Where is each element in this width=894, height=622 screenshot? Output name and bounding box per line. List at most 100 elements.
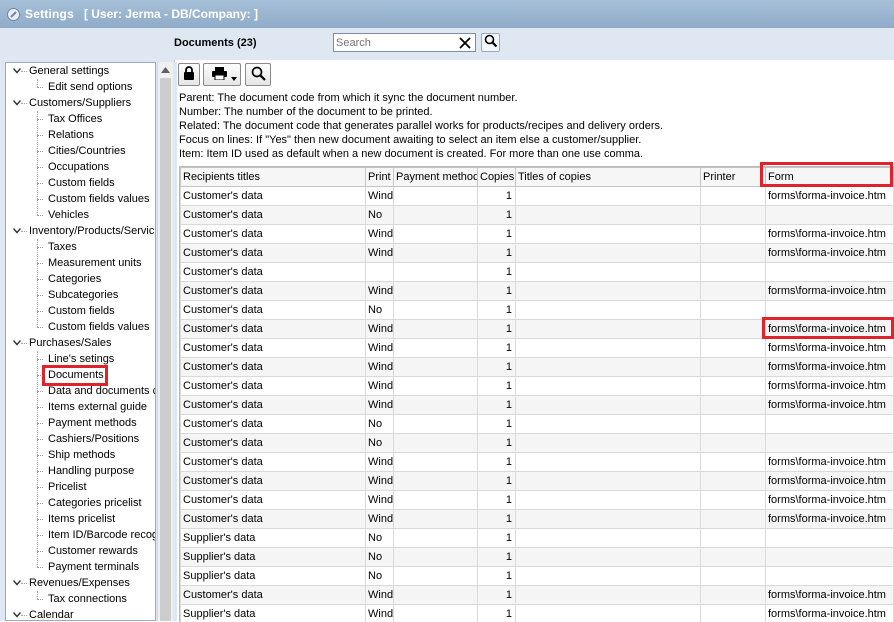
collapse-chevron-icon[interactable] bbox=[12, 607, 21, 621]
table-row[interactable]: Supplier's dataNo1 bbox=[181, 529, 894, 548]
tree-item[interactable]: Custom fields values bbox=[48, 191, 150, 207]
payment-method-cell[interactable] bbox=[394, 301, 478, 320]
table-row[interactable]: Customer's dataNo1 bbox=[181, 206, 894, 225]
form-cell[interactable]: forms\forma-invoice.htm bbox=[766, 377, 894, 396]
print-cell[interactable] bbox=[366, 263, 394, 282]
print-button[interactable] bbox=[203, 63, 241, 86]
table-row[interactable]: Customer's dataWind1forms\forma-invoice.… bbox=[181, 586, 894, 605]
tree-item[interactable]: Payment terminals bbox=[48, 559, 139, 575]
table-row[interactable]: Customer's dataNo1 bbox=[181, 415, 894, 434]
column-header[interactable]: Payment method bbox=[394, 168, 478, 187]
titles-of-copies-cell[interactable] bbox=[516, 187, 701, 206]
tree-item[interactable]: Payment methods bbox=[48, 415, 137, 431]
recipients-title-cell[interactable]: Customer's data bbox=[181, 206, 366, 225]
titles-of-copies-cell[interactable] bbox=[516, 282, 701, 301]
table-row[interactable]: Customer's dataNo1 bbox=[181, 434, 894, 453]
form-cell[interactable] bbox=[766, 206, 894, 225]
payment-method-cell[interactable] bbox=[394, 263, 478, 282]
form-cell[interactable] bbox=[766, 301, 894, 320]
printer-cell[interactable] bbox=[701, 434, 766, 453]
column-header[interactable]: Titles of copies bbox=[516, 168, 701, 187]
tree-item[interactable]: Items external guide bbox=[48, 399, 147, 415]
print-cell[interactable]: Wind bbox=[366, 339, 394, 358]
form-cell[interactable] bbox=[766, 548, 894, 567]
printer-cell[interactable] bbox=[701, 529, 766, 548]
form-cell[interactable]: forms\forma-invoice.htm bbox=[766, 453, 894, 472]
printer-cell[interactable] bbox=[701, 548, 766, 567]
tree-item[interactable]: Ship methods bbox=[48, 447, 115, 463]
form-cell[interactable] bbox=[766, 415, 894, 434]
titles-of-copies-cell[interactable] bbox=[516, 472, 701, 491]
column-header[interactable]: Print bbox=[366, 168, 394, 187]
recipients-title-cell[interactable]: Customer's data bbox=[181, 377, 366, 396]
tree-item[interactable]: Cashiers/Positions bbox=[48, 431, 139, 447]
payment-method-cell[interactable] bbox=[394, 491, 478, 510]
tree-item[interactable]: Handling purpose bbox=[48, 463, 134, 479]
chevron-down-icon[interactable] bbox=[231, 72, 237, 84]
tree-item[interactable]: Item ID/Barcode recog bbox=[48, 527, 156, 543]
printer-cell[interactable] bbox=[701, 320, 766, 339]
search-input[interactable] bbox=[334, 36, 458, 50]
collapse-chevron-icon[interactable] bbox=[12, 335, 21, 351]
recipients-title-cell[interactable]: Customer's data bbox=[181, 396, 366, 415]
copies-cell[interactable]: 1 bbox=[478, 529, 516, 548]
copies-cell[interactable]: 1 bbox=[478, 244, 516, 263]
payment-method-cell[interactable] bbox=[394, 529, 478, 548]
form-cell[interactable]: forms\forma-invoice.htm bbox=[766, 472, 894, 491]
collapse-chevron-icon[interactable] bbox=[12, 63, 21, 79]
tree-item[interactable]: Measurement units bbox=[48, 255, 142, 271]
table-row[interactable]: Supplier's dataWind1forms\forma-invoice.… bbox=[181, 605, 894, 622]
titles-of-copies-cell[interactable] bbox=[516, 358, 701, 377]
titles-of-copies-cell[interactable] bbox=[516, 434, 701, 453]
recipients-title-cell[interactable]: Supplier's data bbox=[181, 548, 366, 567]
printer-cell[interactable] bbox=[701, 339, 766, 358]
copies-cell[interactable]: 1 bbox=[478, 396, 516, 415]
recipients-title-cell[interactable]: Customer's data bbox=[181, 358, 366, 377]
print-cell[interactable]: Wind bbox=[366, 491, 394, 510]
print-cell[interactable]: Wind bbox=[366, 453, 394, 472]
print-cell[interactable]: Wind bbox=[366, 244, 394, 263]
copies-cell[interactable]: 1 bbox=[478, 301, 516, 320]
form-cell[interactable]: forms\forma-invoice.htm bbox=[766, 586, 894, 605]
copies-cell[interactable]: 1 bbox=[478, 586, 516, 605]
copies-cell[interactable]: 1 bbox=[478, 225, 516, 244]
table-row[interactable]: Customer's data1 bbox=[181, 263, 894, 282]
printer-cell[interactable] bbox=[701, 396, 766, 415]
recipients-title-cell[interactable]: Supplier's data bbox=[181, 529, 366, 548]
tree-group-item[interactable]: General settings bbox=[29, 63, 109, 79]
form-cell[interactable]: forms\forma-invoice.htm bbox=[766, 225, 894, 244]
print-cell[interactable]: Wind bbox=[366, 282, 394, 301]
tree-group-item[interactable]: Calendar bbox=[29, 607, 74, 621]
pane-splitter[interactable] bbox=[174, 62, 177, 621]
copies-cell[interactable]: 1 bbox=[478, 339, 516, 358]
payment-method-cell[interactable] bbox=[394, 548, 478, 567]
printer-cell[interactable] bbox=[701, 605, 766, 622]
column-header[interactable]: Recipients titles bbox=[181, 168, 366, 187]
titles-of-copies-cell[interactable] bbox=[516, 244, 701, 263]
copies-cell[interactable]: 1 bbox=[478, 605, 516, 622]
copies-cell[interactable]: 1 bbox=[478, 567, 516, 586]
tree-item[interactable]: Data and documents c bbox=[48, 383, 156, 399]
tree-item[interactable]: Tax connections bbox=[48, 591, 127, 607]
tree-group-item[interactable]: Customers/Suppliers bbox=[29, 95, 131, 111]
tree-group-item[interactable]: Revenues/Expenses bbox=[29, 575, 130, 591]
printer-cell[interactable] bbox=[701, 377, 766, 396]
tree-item[interactable]: Occupations bbox=[48, 159, 109, 175]
payment-method-cell[interactable] bbox=[394, 453, 478, 472]
payment-method-cell[interactable] bbox=[394, 320, 478, 339]
table-row[interactable]: Supplier's dataNo1 bbox=[181, 567, 894, 586]
payment-method-cell[interactable] bbox=[394, 244, 478, 263]
printer-cell[interactable] bbox=[701, 206, 766, 225]
printer-cell[interactable] bbox=[701, 472, 766, 491]
payment-method-cell[interactable] bbox=[394, 605, 478, 622]
collapse-chevron-icon[interactable] bbox=[12, 575, 21, 591]
titles-of-copies-cell[interactable] bbox=[516, 301, 701, 320]
titles-of-copies-cell[interactable] bbox=[516, 491, 701, 510]
payment-method-cell[interactable] bbox=[394, 282, 478, 301]
tree-item[interactable]: Tax Offices bbox=[48, 111, 102, 127]
form-cell[interactable]: forms\forma-invoice.htm bbox=[766, 605, 894, 622]
payment-method-cell[interactable] bbox=[394, 339, 478, 358]
recipients-title-cell[interactable]: Supplier's data bbox=[181, 605, 366, 622]
print-cell[interactable]: No bbox=[366, 434, 394, 453]
tree-scrollbar[interactable] bbox=[157, 62, 173, 621]
